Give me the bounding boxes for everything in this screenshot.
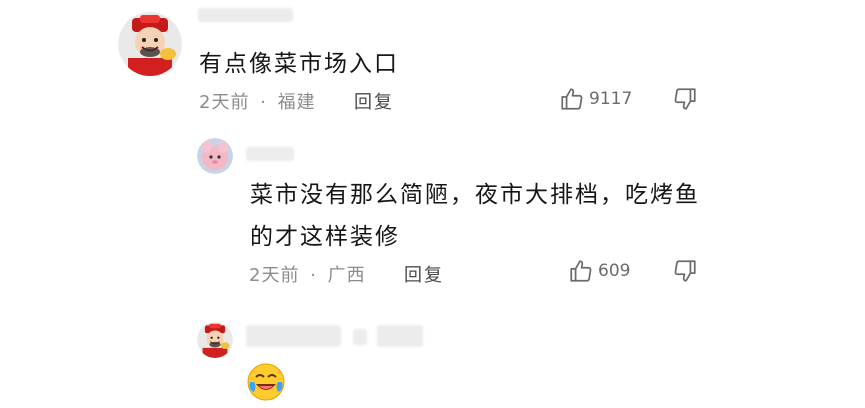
comment-meta: 2天前 · 广西	[249, 261, 366, 287]
blurred-username-part	[353, 329, 367, 345]
like-button[interactable]: 609	[568, 258, 630, 284]
thumbs-down-icon	[674, 88, 696, 110]
dislike-button[interactable]	[672, 258, 698, 284]
thumbs-up-icon	[561, 88, 583, 110]
reply-button[interactable]: 回复	[404, 261, 444, 287]
comment-text: 菜市没有那么简陋，夜市大排档，吃烤鱼的才这样装修	[250, 182, 700, 250]
comment-time: 2天前	[249, 265, 300, 286]
like-count: 9117	[589, 89, 633, 109]
meta-separator: ·	[310, 265, 317, 286]
laughing-crying-emoji	[246, 362, 286, 402]
caishen-avatar-icon	[197, 322, 233, 358]
comment-location: 福建	[277, 92, 316, 113]
caishen-avatar-icon	[118, 12, 182, 76]
pink-cartoon-avatar-icon	[197, 138, 233, 174]
commenter-avatar[interactable]	[118, 12, 182, 76]
comment-location: 广西	[327, 265, 366, 286]
dislike-button[interactable]	[672, 86, 698, 112]
blurred-username	[246, 325, 341, 347]
meta-separator: ·	[260, 92, 267, 113]
thumbs-up-icon	[570, 260, 592, 282]
reply-button[interactable]: 回复	[354, 88, 394, 114]
like-button[interactable]: 9117	[559, 86, 632, 112]
comment-time: 2天前	[199, 92, 250, 113]
thumbs-down-icon	[674, 260, 696, 282]
comment-meta: 2天前 · 福建	[199, 88, 316, 114]
replier-avatar[interactable]	[197, 138, 233, 174]
blurred-username	[246, 147, 294, 161]
like-count: 609	[598, 261, 631, 281]
comment-text: 有点像菜市场入口	[199, 51, 399, 77]
replier-avatar[interactable]	[197, 322, 233, 358]
blurred-username-part	[377, 325, 423, 347]
blurred-username	[198, 8, 293, 22]
